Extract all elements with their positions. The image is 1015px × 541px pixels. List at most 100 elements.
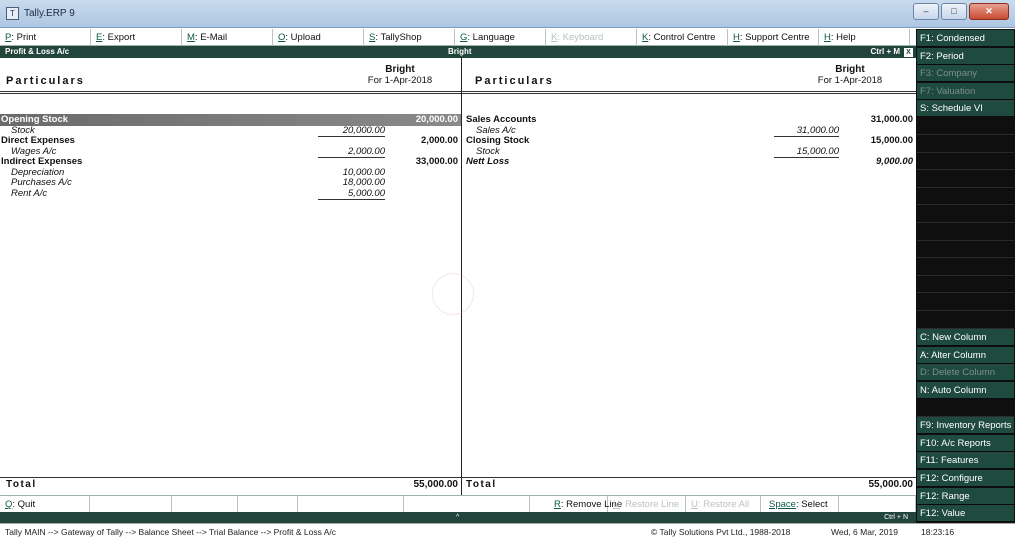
left-group-total: 33,000.00 [415, 156, 458, 167]
panel-f12-value-button[interactable]: F12: Value [917, 505, 1014, 523]
bottom-empty-slot [298, 496, 404, 513]
left-total-amount: 55,000.00 [413, 479, 459, 490]
status-bar: Tally MAIN --> Gateway of Tally --> Bala… [0, 523, 1015, 541]
panel-shortcut-key: F12 [920, 473, 937, 484]
menu-e-mail[interactable]: M: E-Mail [182, 29, 273, 46]
menu-support-centre[interactable]: H: Support Centre [728, 29, 819, 46]
total-rule [0, 477, 916, 478]
menu-language[interactable]: G: Language [455, 29, 546, 46]
right-particulars-heading: Particulars [475, 75, 554, 87]
panel-empty-slot [917, 170, 1014, 188]
panel-empty-slot [917, 294, 1014, 311]
panel-empty-slot [917, 311, 1014, 329]
maximize-icon[interactable]: □ [941, 3, 967, 20]
bottom-select-button[interactable]: Space: Select [761, 496, 839, 513]
bottom-ctrl-strip: ^ Ctrl + N [0, 512, 916, 523]
bottom-shortcut-key: R [554, 499, 561, 510]
menu-label: : Print [11, 32, 37, 43]
panel-f10-a-c-reports-button[interactable]: F10: A/c Reports [917, 434, 1014, 452]
scroll-up-icon[interactable]: ^ [456, 512, 459, 523]
right-period-heading: For 1-Apr-2018 [817, 75, 883, 86]
breadcrumb: Tally MAIN --> Gateway of Tally --> Bala… [5, 527, 337, 537]
panel-button-label: : Condensed [931, 33, 985, 44]
bottom-empty-slot [172, 496, 238, 513]
bottom-shortcut-key: U [613, 499, 620, 510]
bottom-remove-line-button[interactable]: R: Remove Line [530, 496, 622, 513]
panel-empty-slot [917, 206, 1014, 223]
panel-button-label: : Value [936, 508, 966, 520]
left-particulars-heading: Particulars [6, 75, 85, 87]
menu-label: : TallyShop [375, 32, 422, 43]
menu-keyboard: K: Keyboard [546, 29, 637, 46]
panel-a-alter-column-button[interactable]: A: Alter Column [917, 346, 1014, 364]
close-icon[interactable]: ✕ [969, 3, 1009, 20]
panel-s-schedule-vi-button[interactable]: S: Schedule VI [917, 100, 1014, 118]
panel-f3-company-button: F3: Company [917, 65, 1014, 83]
panel-n-auto-column-button[interactable]: N: Auto Column [917, 382, 1014, 399]
menu-tallyshop[interactable]: S: TallyShop [364, 29, 455, 46]
ctrl-n-shortcut: Ctrl + N [884, 514, 908, 521]
panel-f12-range-button[interactable]: F12: Range [917, 487, 1014, 505]
profit-loss-report: Particulars Bright For 1-Apr-2018 Partic… [0, 58, 916, 495]
panel-c-new-column-button[interactable]: C: New Column [917, 329, 1014, 347]
menu-label: : Export [102, 32, 136, 43]
menu-help[interactable]: H: Help [819, 29, 910, 46]
bottom-button-label: : Select [795, 499, 828, 510]
right-total-label: Total [466, 479, 497, 490]
panel-shortcut-key: F1 [920, 33, 932, 44]
bottom-restore-line-button: U: Restore Line [608, 496, 686, 513]
panel-f12-configure-button[interactable]: F12: Configure [917, 470, 1014, 487]
right-group-total: 9,000.00 [876, 156, 913, 167]
panel-f1-condensed-button[interactable]: F1: Condensed [917, 30, 1014, 47]
panel-f11-features-button[interactable]: F11: Features [917, 452, 1014, 470]
ctrl-m-shortcut: Ctrl + M [870, 47, 900, 56]
panel-empty-slot [917, 188, 1014, 206]
menu-shortcut-key: H [824, 32, 831, 43]
left-company-heading: Bright [385, 64, 415, 75]
bottom-restore-all-button: U: Restore All [686, 496, 761, 513]
left-group-total: 2,000.00 [421, 135, 458, 146]
panel-button-label: : Alter Column [926, 349, 987, 361]
minimize-icon[interactable]: – [913, 3, 939, 20]
window-titlebar: T Tally.ERP 9 – □ ✕ [0, 0, 1015, 28]
left-total-label: Total [6, 479, 37, 490]
menu-label: : E-Mail [194, 32, 228, 43]
panel-shortcut-key: F12 [920, 490, 937, 502]
window-title: Tally.ERP 9 [24, 8, 75, 19]
left-ledger-rent-a-c[interactable]: Rent A/c [11, 188, 47, 200]
menu-label: : Help [830, 32, 856, 43]
close-report-icon[interactable]: X [904, 47, 913, 57]
panel-f7-valuation-button: F7: Valuation [917, 82, 1014, 100]
left-period-heading: For 1-Apr-2018 [367, 75, 433, 86]
right-group-nett-loss[interactable]: Nett Loss [466, 156, 509, 168]
menu-label: : Support Centre [739, 32, 810, 43]
menu-print[interactable]: P: Print [0, 29, 91, 46]
panel-empty-slot [917, 258, 1014, 276]
current-time: 18:23:16 [921, 527, 955, 537]
right-total-amount: 55,000.00 [868, 479, 914, 490]
window-controls: – □ ✕ [913, 3, 1009, 20]
panel-empty-slot [917, 276, 1014, 294]
report-name: Profit & Loss A/c [5, 47, 70, 56]
right-company-heading: Bright [835, 64, 865, 75]
panel-shortcut-key: F11 [920, 455, 936, 467]
panel-f9-inventory-reports-button[interactable]: F9: Inventory Reports [917, 417, 1014, 435]
panel-empty-slot [917, 241, 1014, 259]
panel-button-label: : Features [935, 455, 979, 467]
bottom-button-label: : Quit [12, 499, 36, 510]
bottom-button-bar: Q: Quit R: Remove Line U: Restore Line U: R… [0, 495, 916, 513]
menu-export[interactable]: E: Export [91, 29, 182, 46]
bottom-empty-slot [404, 496, 530, 513]
menu-upload[interactable]: O: Upload [273, 29, 364, 46]
panel-button-label: : Period [931, 50, 964, 62]
panel-f2-period-button[interactable]: F2: Period [917, 47, 1014, 65]
left-group-total: 20,000.00 [415, 114, 458, 125]
panel-button-label: : Valuation [931, 85, 976, 97]
panel-empty-slot [917, 118, 1014, 135]
left-ledger-amount: 2,000.00 [318, 146, 385, 158]
panel-shortcut-key: F9 [920, 420, 932, 432]
menu-control-centre[interactable]: K: Control Centre [637, 29, 728, 46]
bottom-quit-button[interactable]: Q: Quit [0, 496, 90, 513]
bottom-empty-slot [90, 496, 172, 513]
panel-shortcut-key: C [920, 332, 927, 344]
